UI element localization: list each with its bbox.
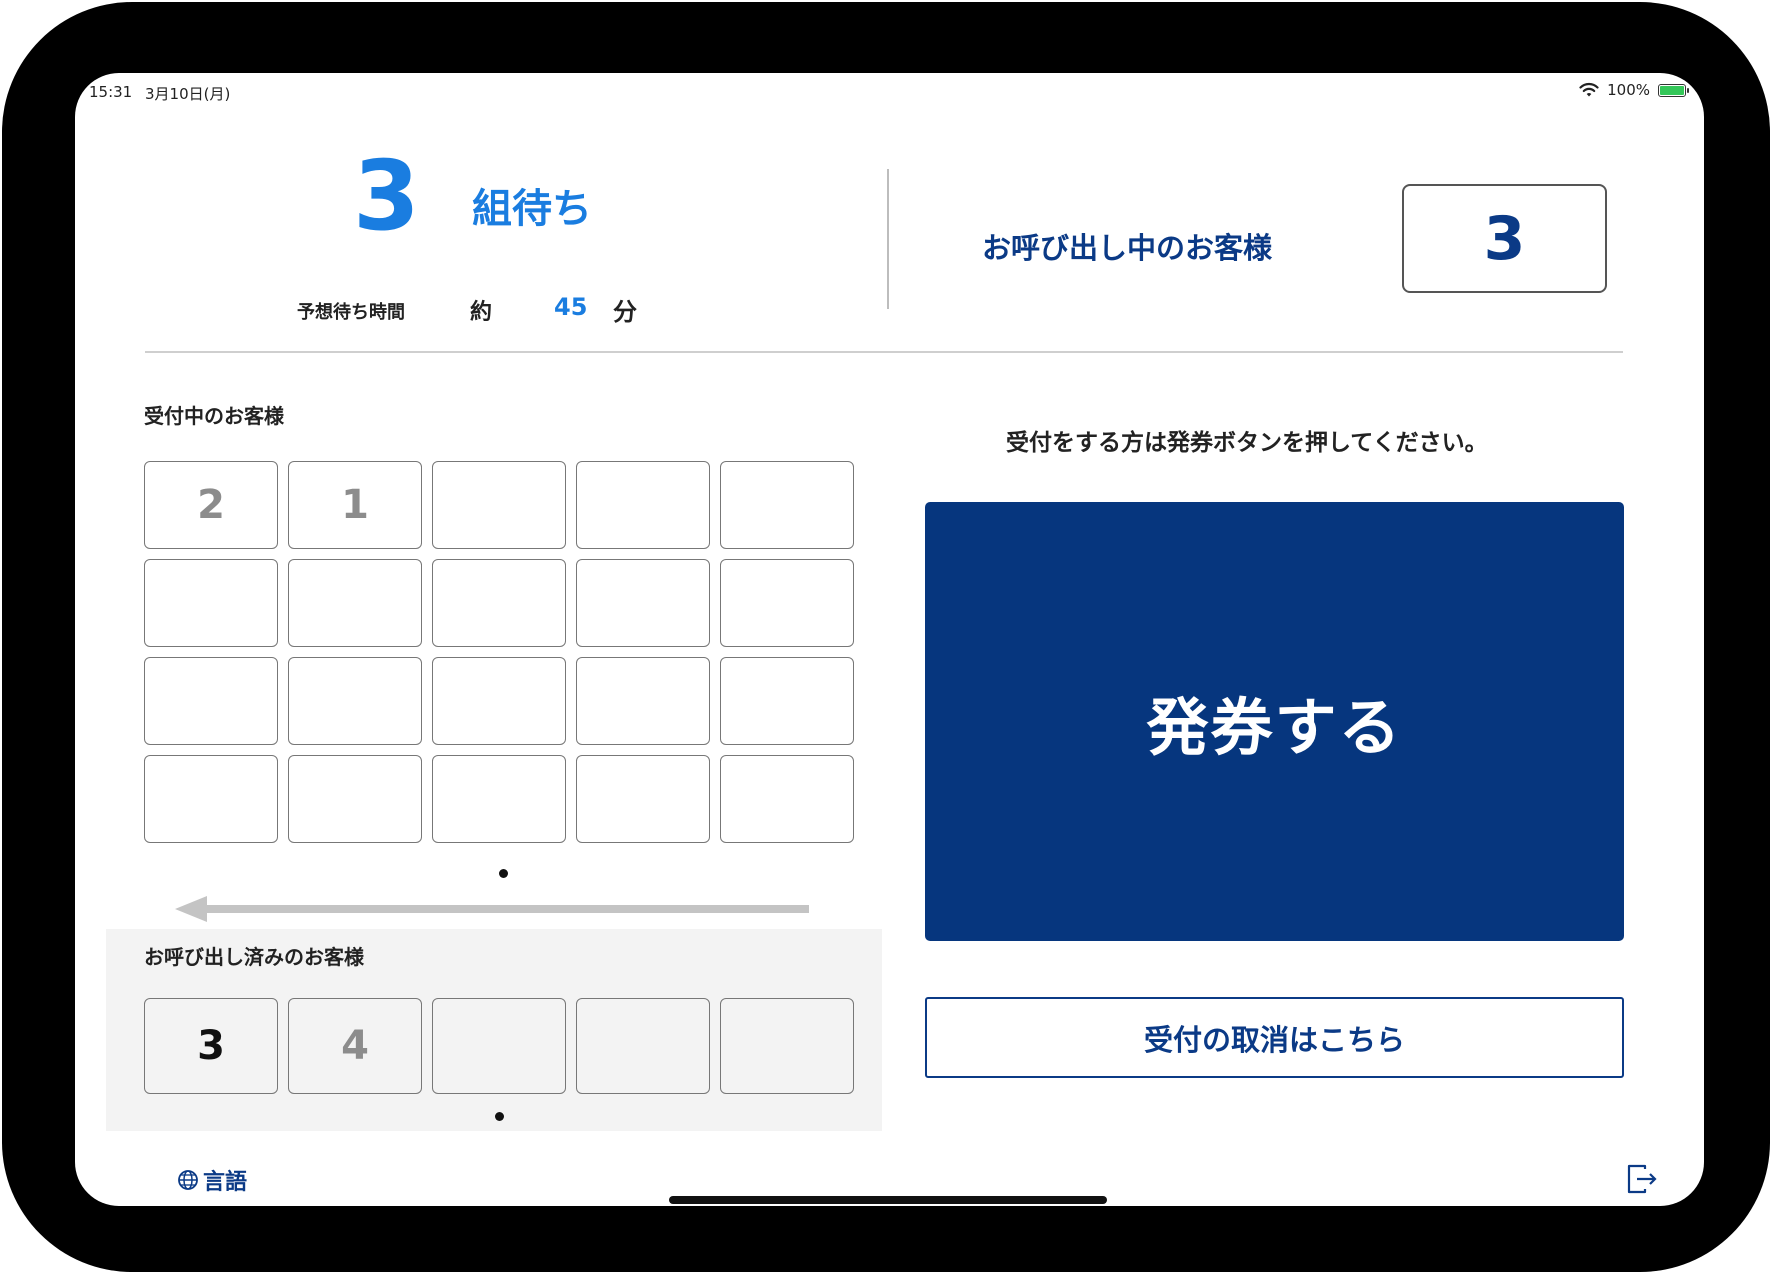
called-cell (720, 998, 854, 1094)
reception-cell (576, 755, 710, 843)
reception-cell (432, 657, 566, 745)
reception-cell (288, 755, 422, 843)
waiting-unit: 組待ち (472, 186, 592, 232)
battery-percent: 100% (1607, 81, 1650, 99)
reception-cell (720, 559, 854, 647)
status-time: 15:31 (89, 83, 133, 101)
issue-ticket-button[interactable]: 発券する (925, 502, 1624, 941)
reception-cell (576, 559, 710, 647)
instruction-text: 受付をする方は発券ボタンを押してください。 (1006, 430, 1488, 456)
reception-cell (720, 461, 854, 549)
logout-icon (1627, 1164, 1657, 1194)
reception-cell (432, 559, 566, 647)
reception-page-indicator[interactable] (499, 869, 508, 878)
reception-cell (720, 657, 854, 745)
battery-icon (1658, 83, 1689, 97)
horizontal-divider (145, 351, 1623, 353)
estimate-unit: 分 (613, 298, 637, 326)
reception-cell (432, 461, 566, 549)
called-cell (432, 998, 566, 1094)
logout-button[interactable] (1625, 1163, 1659, 1199)
screen: 15:31 3月10日(月) 100% 3 組待ち 予想待ち時間 約 45 分 … (75, 73, 1704, 1206)
reception-cell (144, 657, 278, 745)
reception-cell (720, 755, 854, 843)
language-label: 言語 (203, 1170, 248, 1195)
status-right: 100% (1579, 81, 1689, 99)
reception-cell (144, 559, 278, 647)
tablet-frame: 15:31 3月10日(月) 100% 3 組待ち 予想待ち時間 約 45 分 … (2, 2, 1770, 1272)
cancel-reception-button[interactable]: 受付の取消はこちら (925, 997, 1624, 1078)
arrow-left-line (195, 905, 809, 913)
called-cell: 4 (288, 998, 422, 1094)
estimate-label: 予想待ち時間 (297, 302, 405, 323)
status-date: 3月10日(月) (145, 85, 231, 103)
called-page-indicator[interactable] (495, 1112, 504, 1121)
reception-cell (288, 559, 422, 647)
called-cell: 3 (144, 998, 278, 1094)
vertical-divider (887, 169, 889, 309)
status-bar: 15:31 3月10日(月) 100% (75, 73, 1704, 113)
reception-label: 受付中のお客様 (144, 404, 284, 428)
reception-cell (144, 755, 278, 843)
called-cell (576, 998, 710, 1094)
home-indicator[interactable] (669, 1196, 1107, 1204)
estimate-approx: 約 (470, 300, 493, 325)
calling-label: お呼び出し中のお客様 (982, 231, 1273, 265)
calling-number: 3 (1402, 184, 1607, 293)
reception-grid: 2 1 (144, 461, 854, 843)
called-label: お呼び出し済みのお客様 (144, 945, 364, 969)
called-grid: 3 4 (144, 998, 854, 1094)
language-button[interactable]: 言語 (177, 1164, 247, 1196)
reception-cell (576, 657, 710, 745)
estimate-minutes: 45 (554, 293, 588, 321)
waiting-count: 3 (353, 140, 420, 252)
reception-cell: 1 (288, 461, 422, 549)
reception-cell (432, 755, 566, 843)
reception-cell (288, 657, 422, 745)
reception-cell (576, 461, 710, 549)
wifi-icon (1579, 82, 1599, 97)
globe-icon (178, 1170, 198, 1190)
reception-cell: 2 (144, 461, 278, 549)
